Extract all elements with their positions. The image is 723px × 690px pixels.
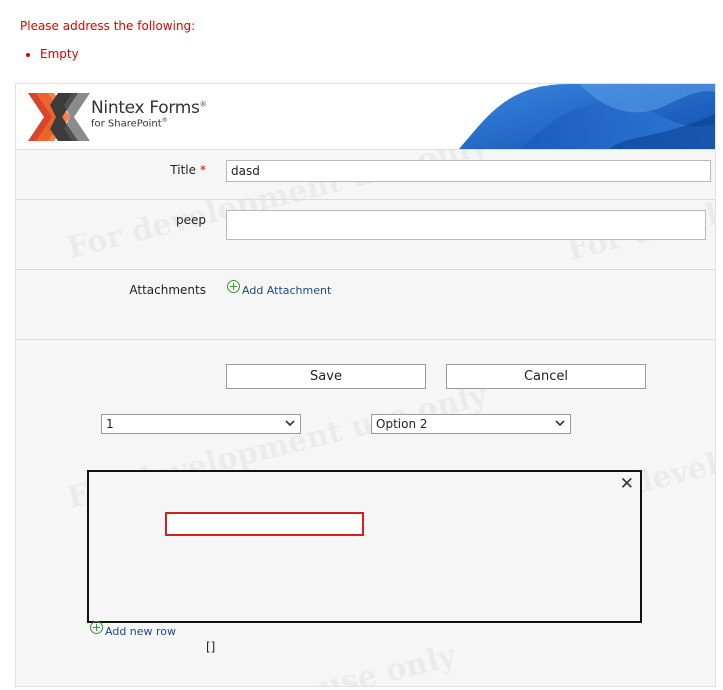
- brand-title: Nintex Forms: [91, 98, 200, 118]
- nintex-logo-icon: [28, 93, 90, 141]
- validation-item: Empty: [40, 47, 195, 61]
- page: Please address the following: Empty For …: [0, 0, 723, 690]
- close-icon[interactable]: ✕: [620, 476, 634, 493]
- brand-logo: Nintex Forms® for SharePoint®: [91, 98, 207, 130]
- attachments-label: Attachments: [129, 283, 206, 297]
- peep-label: peep: [176, 213, 206, 227]
- add-new-row-label: Add new row: [105, 625, 177, 638]
- validation-heading: Please address the following:: [20, 19, 196, 33]
- cancel-button[interactable]: Cancel: [446, 364, 646, 389]
- row-divider: [16, 339, 715, 340]
- repeater-text-input[interactable]: [165, 512, 364, 536]
- add-attachment-label: Add Attachment: [242, 284, 332, 297]
- number-dropdown-value: 1: [106, 417, 114, 431]
- header-banner-art: [459, 84, 715, 149]
- option-dropdown[interactable]: Option 2: [371, 414, 571, 434]
- add-circle-icon: [227, 280, 240, 293]
- title-label: Title *: [170, 163, 206, 177]
- empty-brackets: []: [206, 640, 216, 654]
- validation-summary: Please address the following: Empty: [20, 19, 195, 61]
- option-dropdown-value: Option 2: [376, 417, 428, 431]
- row-divider: [16, 199, 715, 200]
- title-input[interactable]: dasd: [226, 160, 711, 182]
- required-marker: *: [200, 163, 206, 177]
- peep-people-picker[interactable]: [226, 210, 706, 240]
- chevron-down-icon: [285, 420, 295, 427]
- row-divider: [16, 269, 715, 270]
- brand-subtitle: for SharePoint: [91, 118, 162, 130]
- brand-sub-mark: ®: [161, 117, 168, 124]
- chevron-down-icon: [555, 420, 565, 427]
- watermark: use only: [316, 638, 459, 686]
- save-button[interactable]: Save: [226, 364, 426, 389]
- brand-mark: ®: [199, 100, 207, 109]
- repeating-section: ✕: [87, 470, 642, 623]
- add-circle-icon: [90, 621, 103, 634]
- nintex-form: For development use only For development…: [15, 83, 716, 687]
- add-attachment-link[interactable]: Add Attachment: [227, 280, 331, 297]
- form-header: Nintex Forms® for SharePoint®: [16, 84, 715, 150]
- add-new-row-link[interactable]: Add new row: [90, 621, 176, 638]
- validation-list: Empty: [20, 47, 195, 61]
- number-dropdown[interactable]: 1: [101, 414, 301, 434]
